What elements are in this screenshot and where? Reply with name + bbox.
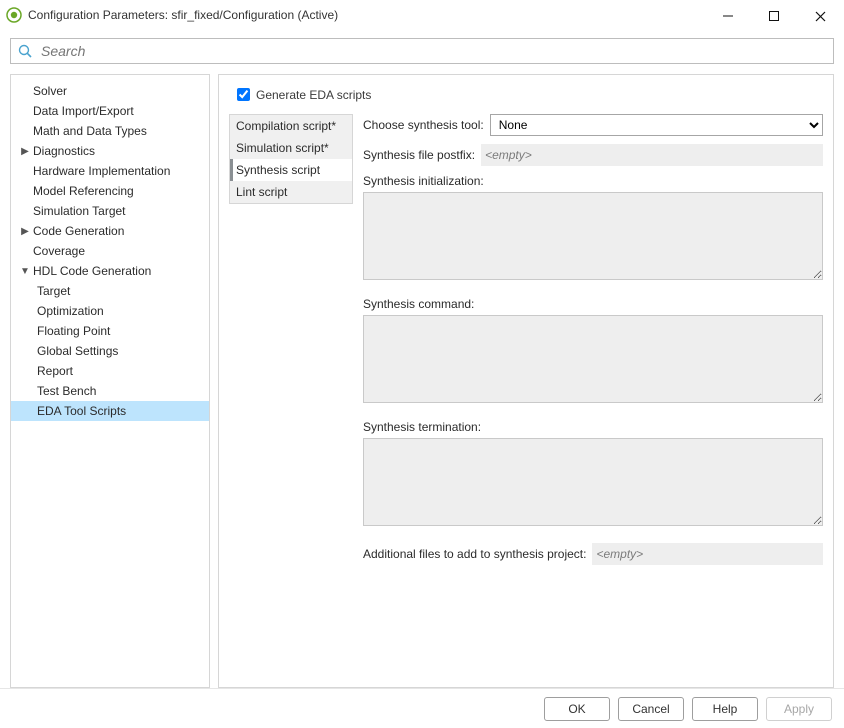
cancel-button[interactable]: Cancel	[618, 697, 684, 721]
script-tab[interactable]: Lint script	[230, 181, 352, 203]
maximize-button[interactable]	[760, 8, 788, 23]
init-textarea[interactable]	[363, 192, 823, 280]
generate-eda-label: Generate EDA scripts	[256, 88, 371, 102]
addfiles-label: Additional files to add to synthesis pro…	[363, 547, 586, 561]
tree-item-label: Global Settings	[37, 344, 118, 358]
tree-item-label: Optimization	[37, 304, 104, 318]
tree-item[interactable]: EDA Tool Scripts	[11, 401, 209, 421]
tree-item[interactable]: Data Import/Export	[11, 101, 209, 121]
tree-item[interactable]: Report	[11, 361, 209, 381]
window-title: Configuration Parameters: sfir_fixed/Con…	[28, 8, 714, 22]
generate-eda-checkbox[interactable]	[237, 88, 250, 101]
tree-item-label: Diagnostics	[33, 144, 95, 158]
tree-item[interactable]: Coverage	[11, 241, 209, 261]
tree-item-label: EDA Tool Scripts	[37, 404, 126, 418]
ok-button[interactable]: OK	[544, 697, 610, 721]
term-textarea[interactable]	[363, 438, 823, 526]
tree-item[interactable]: Math and Data Types	[11, 121, 209, 141]
apply-button[interactable]: Apply	[766, 697, 832, 721]
tree-item-label: Simulation Target	[33, 204, 126, 218]
tree-item[interactable]: Floating Point	[11, 321, 209, 341]
postfix-field	[481, 144, 823, 166]
cmd-label: Synthesis command:	[363, 297, 823, 311]
title-bar: Configuration Parameters: sfir_fixed/Con…	[0, 0, 844, 30]
chevron-down-icon[interactable]: ▼	[19, 266, 31, 277]
tree-item-label: Report	[37, 364, 73, 378]
tree-item-label: Model Referencing	[33, 184, 134, 198]
tree-item[interactable]: Global Settings	[11, 341, 209, 361]
postfix-label: Synthesis file postfix:	[363, 148, 475, 162]
tree-item[interactable]: ▼HDL Code Generation	[11, 261, 209, 281]
synth-tool-label: Choose synthesis tool:	[363, 118, 484, 132]
term-label: Synthesis termination:	[363, 420, 823, 434]
tree-item-label: HDL Code Generation	[33, 264, 151, 278]
minimize-button[interactable]	[714, 8, 742, 23]
script-tab[interactable]: Synthesis script	[230, 159, 352, 181]
script-tab[interactable]: Compilation script*	[230, 115, 352, 137]
tree-item-label: Target	[37, 284, 70, 298]
dialog-footer: OK Cancel Help Apply	[0, 688, 844, 728]
tree-item-label: Solver	[33, 84, 67, 98]
search-bar[interactable]	[10, 38, 834, 64]
synthesis-form: Choose synthesis tool: None Synthesis fi…	[363, 114, 823, 573]
tree-item-label: Data Import/Export	[33, 104, 134, 118]
tree-item[interactable]: Test Bench	[11, 381, 209, 401]
synth-tool-select[interactable]: None	[490, 114, 823, 136]
script-tab[interactable]: Simulation script*	[230, 137, 352, 159]
search-input[interactable]	[39, 39, 827, 63]
search-icon	[17, 43, 33, 59]
tree-item[interactable]: Optimization	[11, 301, 209, 321]
script-tabs: Compilation script*Simulation script*Syn…	[229, 114, 353, 204]
content-panel: Generate EDA scripts Compilation script*…	[218, 74, 834, 688]
tree-item-label: Code Generation	[33, 224, 124, 238]
app-icon	[6, 7, 22, 23]
category-tree[interactable]: Solver Data Import/Export Math and Data Ty…	[10, 74, 210, 688]
tree-item-label: Math and Data Types	[33, 124, 147, 138]
tree-item[interactable]: Hardware Implementation	[11, 161, 209, 181]
tree-item[interactable]: Target	[11, 281, 209, 301]
tree-item[interactable]: Solver	[11, 81, 209, 101]
tree-item-label: Hardware Implementation	[33, 164, 170, 178]
help-button[interactable]: Help	[692, 697, 758, 721]
tree-item[interactable]: ▶Diagnostics	[11, 141, 209, 161]
addfiles-field	[592, 543, 823, 565]
tree-item[interactable]: Model Referencing	[11, 181, 209, 201]
close-button[interactable]	[806, 8, 834, 23]
chevron-right-icon[interactable]: ▶	[19, 146, 31, 157]
tree-item-label: Floating Point	[37, 324, 110, 338]
init-label: Synthesis initialization:	[363, 174, 823, 188]
tree-item[interactable]: Simulation Target	[11, 201, 209, 221]
chevron-right-icon[interactable]: ▶	[19, 226, 31, 237]
tree-item-label: Test Bench	[37, 384, 96, 398]
tree-item-label: Coverage	[33, 244, 85, 258]
tree-item[interactable]: ▶Code Generation	[11, 221, 209, 241]
cmd-textarea[interactable]	[363, 315, 823, 403]
